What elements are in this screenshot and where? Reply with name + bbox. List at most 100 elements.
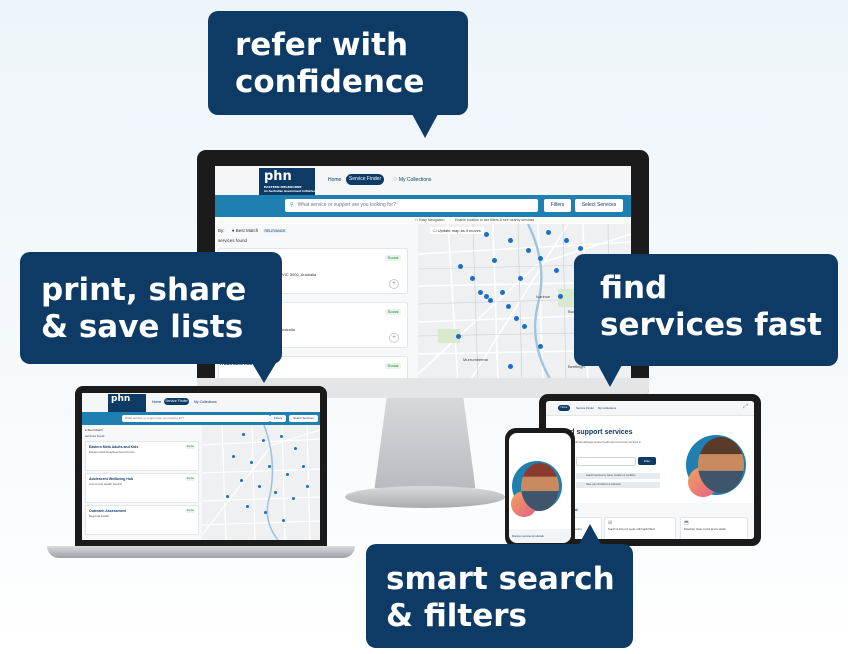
download-icon: ⬒ [684,520,689,526]
search-input[interactable]: ⚲ What service or support are you looking… [285,199,538,212]
search-placeholder: What service or support are you looking … [297,202,396,208]
map-pin[interactable] [458,264,463,269]
sort-row[interactable]: ● Best Match [85,428,103,432]
feature-title: Search to find your needs, with helpful … [608,528,655,531]
nav-home[interactable]: Home [328,177,341,183]
phone-footer: Discover services & referrals [509,529,571,543]
map-pin[interactable] [508,364,513,369]
map-pin[interactable] [506,304,511,309]
card-title: Outreach Assessment [89,509,126,513]
select-services-button[interactable]: Select Services [289,415,318,422]
map-pin[interactable] [526,248,531,253]
tablet-hint: Search services by name, location or con… [576,473,660,479]
category-tag: Social [185,509,195,513]
map-pin[interactable] [250,461,253,464]
nav-collections[interactable]: My Collections [598,406,616,410]
map-pin[interactable] [292,497,295,500]
map-pin[interactable] [262,439,265,442]
logo-text: phn [264,169,292,184]
bubble-find: find services fast [574,254,838,366]
card-subtitle: Community Health Service [89,482,123,486]
map-pin[interactable] [246,505,249,508]
sort-select[interactable]: ● Best Match [232,228,258,233]
tablet-top-nav: Home Service Finder My Collections ⤢ [546,401,754,416]
phone-caption: Discover services & referrals [512,535,544,538]
filter-button[interactable]: Filter [638,457,656,465]
map-pin[interactable] [240,479,243,482]
map-pin[interactable] [514,316,519,321]
laptop-screen: phn Home Service Finder My Collections W… [82,393,320,540]
map-pin[interactable] [268,465,271,468]
nav-home[interactable]: Home [152,400,161,404]
nav-collections[interactable]: My Collections [194,400,217,404]
map-label: Ivanhoe [536,294,551,299]
monitor-stand [374,398,476,488]
map-pin[interactable] [546,230,551,235]
map-pin[interactable] [538,344,543,349]
phone: Discover services & referrals [505,428,575,548]
filters-button[interactable]: Filters [544,199,571,212]
map-pin[interactable] [478,290,483,295]
tablet-screen: Home Service Finder My Collections ⤢ ind… [546,401,754,539]
easy-nav-toggle[interactable]: ☐ Easy Navigation [415,218,444,222]
map-pin[interactable] [232,455,235,458]
map-pin[interactable] [554,268,559,273]
map-pin[interactable] [302,465,305,468]
feature-card[interactable]: ⊞ Search to find your needs, with helpful… [604,517,676,539]
category-tag: Social [185,445,195,449]
add-icon[interactable]: + [389,279,399,289]
nav-service-finder[interactable]: Service Finder [346,174,384,185]
map-pin[interactable] [538,256,543,261]
map-pin[interactable] [558,294,563,299]
map-pin[interactable] [508,238,513,243]
bubble-find-text: find services fast [600,270,822,343]
filter-icon: ⊞ [608,520,613,526]
search-input[interactable]: What service or support are you looking … [122,415,270,422]
map-pin[interactable] [258,485,261,488]
map-pin[interactable] [484,232,489,237]
map-pin[interactable] [280,435,283,438]
map-pin[interactable] [286,473,289,476]
nav-home[interactable]: Home [558,405,570,411]
nav-service-finder[interactable]: Service Finder [576,406,594,410]
laptop-results-pane: ● Best Match services found Eastern Melb… [82,425,202,540]
map-pin[interactable] [564,238,569,243]
results-count: services found [85,434,105,438]
map-pin[interactable] [264,511,267,514]
result-card[interactable]: Eastern Melb Adults and Kids Eastern Mel… [85,441,199,471]
bubble-search-tail [578,524,602,546]
map-pin[interactable] [470,276,475,281]
filters-button[interactable]: Filters [270,415,286,422]
results-count: services found [218,238,248,243]
bubble-lists-tail [252,363,276,383]
laptop-base [47,546,355,558]
map-pin[interactable] [274,491,277,494]
select-services-button[interactable]: Select Services [575,199,623,212]
feature-card[interactable]: ⬒ Download, share or print service detail… [680,517,748,539]
map-pin[interactable] [306,485,309,488]
map-pin[interactable] [522,324,527,329]
bubble-refer: refer with confidence [208,11,468,115]
map-pin[interactable] [242,433,245,436]
map-pin[interactable] [500,290,505,295]
map-pin[interactable] [294,447,297,450]
map-pin[interactable] [226,495,229,498]
tablet-search-input[interactable] [576,457,636,466]
result-card[interactable]: Adolescent Wellbeing Hub Community Healt… [85,473,199,503]
card-subtitle: Regional Health [89,514,109,518]
map-pin[interactable] [488,298,493,303]
result-card[interactable]: Outreach Assessment Regional Health Soci… [85,505,199,535]
map-pin[interactable] [578,246,583,251]
map-pin[interactable] [456,334,461,339]
map-update-toggle[interactable]: ☐ Update map as it moves [430,227,484,234]
laptop-map[interactable] [202,425,320,540]
map-pin[interactable] [282,519,285,522]
top-nav: phn EASTERN MELBOURNE An Australian Gove… [215,166,631,196]
nav-collections[interactable]: ♡ My Collections [393,177,431,183]
nav-service-finder[interactable]: Service Finder [164,398,189,405]
laptop-top-nav: phn Home Service Finder My Collections [82,393,320,413]
map-pin[interactable] [492,258,497,263]
expand-icon[interactable]: ⤢ [743,404,748,411]
add-icon[interactable]: + [389,333,399,343]
map-pin[interactable] [518,276,523,281]
